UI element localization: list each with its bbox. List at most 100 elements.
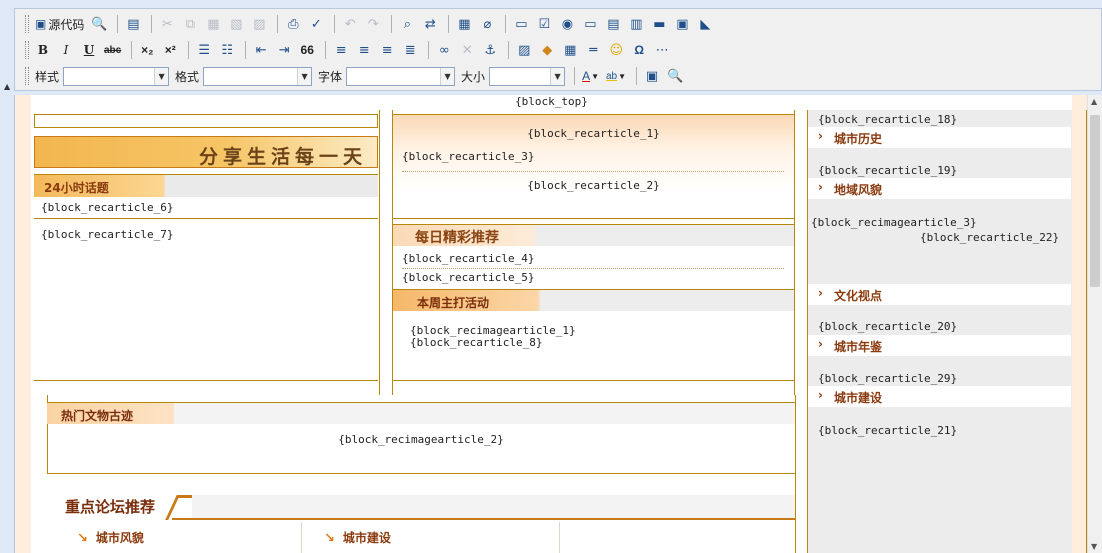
section-title: 文化视点: [834, 289, 883, 303]
align-left-icon[interactable]: ≡: [331, 40, 351, 60]
underline-button[interactable]: U: [79, 40, 99, 60]
templates-icon[interactable]: ▤: [123, 14, 143, 34]
subscript-button[interactable]: ×₂: [137, 40, 157, 60]
daily-picks-title: 每日精彩推荐: [415, 230, 499, 246]
redo-icon[interactable]: ↷: [363, 14, 383, 34]
hidden-field-icon[interactable]: ◣: [695, 14, 715, 34]
replace-icon[interactable]: ⇄: [420, 14, 440, 34]
form-icon[interactable]: ▭: [511, 14, 531, 34]
editor-content-area[interactable]: {block_top} 分享生活每一天 24小时话题 {block_recart…: [14, 95, 1102, 553]
button-field-icon[interactable]: ▬: [649, 14, 669, 34]
source-button[interactable]: ▣ 源代码: [33, 14, 86, 34]
remove-format-icon[interactable]: ⌀: [477, 14, 497, 34]
forum-link-city-construction[interactable]: ↘ 城市建设: [324, 529, 391, 546]
section-title: 地域风貌: [834, 183, 883, 197]
style-select[interactable]: ▼: [63, 66, 170, 86]
block-recarticle-29: {block_recarticle_29}: [818, 372, 958, 385]
paste-icon[interactable]: ▦: [203, 14, 223, 34]
flash-icon[interactable]: ◆: [537, 40, 557, 60]
bold-button[interactable]: B: [33, 40, 53, 60]
size-select[interactable]: ▼: [489, 66, 566, 86]
table-icon[interactable]: ▦: [560, 40, 580, 60]
block-recarticle-7: {block_recarticle_7}: [41, 228, 174, 241]
strike-button[interactable]: abc: [102, 40, 123, 60]
select-all-icon[interactable]: ▦: [454, 14, 474, 34]
section-regional-style[interactable]: › 地域风貌: [808, 178, 1071, 199]
italic-button[interactable]: I: [56, 40, 76, 60]
toolbar-row-3: 样式 ▼ 格式 ▼ 字体 ▼ 大小 ▼ A ▼ ab ▼ ▣ 🔍: [25, 64, 688, 88]
relics-header: 热门文物古迹: [47, 402, 795, 424]
print-icon[interactable]: ⎙: [283, 14, 303, 34]
spellcheck-icon[interactable]: ✓: [306, 14, 326, 34]
radio-icon[interactable]: ◉: [557, 14, 577, 34]
font-select[interactable]: ▼: [346, 66, 456, 86]
align-right-icon[interactable]: ≡: [377, 40, 397, 60]
toolbar-separator: [334, 15, 336, 33]
select-field-icon[interactable]: ▥: [626, 14, 646, 34]
copy-icon[interactable]: ⧉: [180, 14, 200, 34]
chevron-right-icon: ›: [818, 337, 823, 351]
section-city-construction[interactable]: › 城市建设: [808, 386, 1071, 407]
section-cultural-view[interactable]: › 文化视点: [808, 284, 1071, 305]
text-color-button[interactable]: A ▼: [580, 66, 601, 86]
toolbar-separator: [574, 67, 576, 85]
anchor-icon[interactable]: ⚓: [480, 40, 500, 60]
slogan-text: 分享生活每一天: [198, 146, 367, 168]
toolbar-grip[interactable]: [25, 41, 29, 59]
justify-icon[interactable]: ≣: [400, 40, 420, 60]
forum-tab-bar: 重点论坛推荐: [47, 492, 795, 520]
scroll-down-icon[interactable]: ▼: [1091, 542, 1097, 551]
toolbar-separator: [117, 15, 119, 33]
vertical-scrollbar[interactable]: ▲ ▼: [1087, 95, 1102, 553]
divider: [559, 522, 560, 553]
unlink-icon[interactable]: ✕: [457, 40, 477, 60]
textfield-icon[interactable]: ▭: [580, 14, 600, 34]
maximize-icon[interactable]: ▣: [642, 66, 662, 86]
tab-bar-fill: [192, 495, 795, 518]
toolbar-separator: [636, 67, 638, 85]
forum-link-city-style[interactable]: ↘ 城市风貌: [77, 529, 144, 546]
superscript-button[interactable]: ×²: [160, 40, 180, 60]
toolbar-separator: [151, 15, 153, 33]
toolbar-separator: [505, 15, 507, 33]
style-label: 样式: [35, 69, 60, 84]
image-icon[interactable]: ▨: [514, 40, 534, 60]
blockquote-button[interactable]: 66: [297, 40, 317, 60]
checkbox-icon[interactable]: ☑: [534, 14, 554, 34]
section-city-history[interactable]: › 城市历史: [808, 127, 1071, 148]
size-label: 大小: [461, 69, 486, 84]
smiley-icon[interactable]: ☺: [606, 40, 626, 60]
block-recarticle-18: {block_recarticle_18}: [818, 113, 958, 126]
indent-icon[interactable]: ⇥: [274, 40, 294, 60]
link-icon[interactable]: ∞: [434, 40, 454, 60]
align-center-icon[interactable]: ≡: [354, 40, 374, 60]
cut-icon[interactable]: ✂: [157, 14, 177, 34]
scroll-up-icon[interactable]: ▲: [1091, 97, 1097, 106]
page-break-icon[interactable]: ⋯: [652, 40, 672, 60]
collapse-toolbar-icon[interactable]: ▲: [4, 82, 10, 91]
scroll-thumb[interactable]: [1090, 115, 1100, 287]
block-recarticle-20: {block_recarticle_20}: [818, 320, 958, 333]
section-title: 城市历史: [834, 132, 883, 146]
paste-text-icon[interactable]: ▧: [226, 14, 246, 34]
show-blocks-icon[interactable]: 🔍: [665, 66, 685, 86]
hot-topics-header: 24小时话题: [34, 174, 378, 197]
textarea-icon[interactable]: ▤: [603, 14, 623, 34]
outdent-icon[interactable]: ⇤: [251, 40, 271, 60]
middle-column: {block_recarticle_1} {block_recarticle_3…: [392, 110, 795, 395]
toolbar-grip[interactable]: [25, 15, 29, 33]
image-button-icon[interactable]: ▣: [672, 14, 692, 34]
find-icon[interactable]: ⌕: [397, 14, 417, 34]
special-char-button[interactable]: Ω: [629, 40, 649, 60]
paste-word-icon[interactable]: ▨: [249, 14, 269, 34]
horizontal-rule-icon[interactable]: ═: [583, 40, 603, 60]
numbered-list-icon[interactable]: ☰: [194, 40, 214, 60]
toolbar-grip[interactable]: [25, 67, 29, 85]
bulleted-list-icon[interactable]: ☷: [217, 40, 237, 60]
section-city-yearbook[interactable]: › 城市年鉴: [808, 335, 1071, 356]
bg-color-button[interactable]: ab ▼: [604, 66, 628, 86]
preview-icon[interactable]: 🔍: [89, 14, 109, 34]
format-select[interactable]: ▼: [203, 66, 313, 86]
undo-icon[interactable]: ↶: [340, 14, 360, 34]
forum-tab[interactable]: 重点论坛推荐: [47, 492, 172, 520]
